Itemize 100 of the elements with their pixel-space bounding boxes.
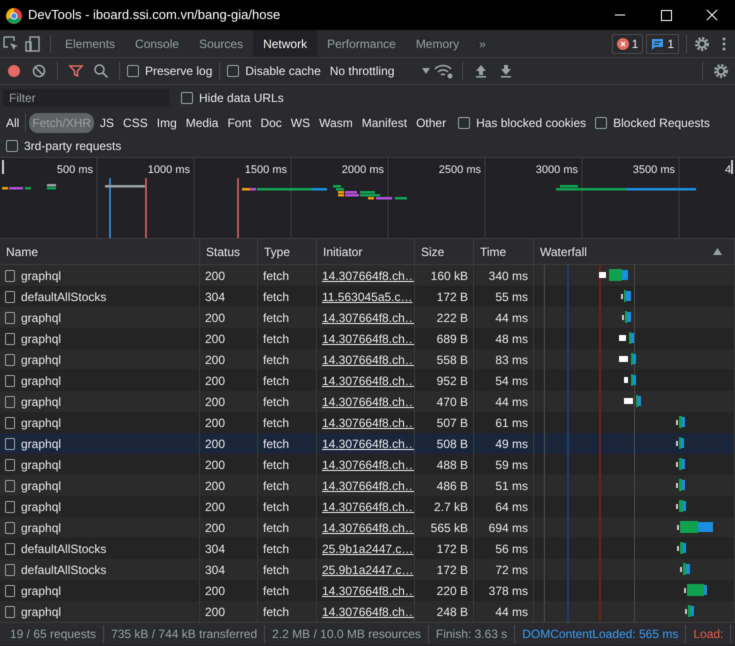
device-toolbar-icon[interactable]: [24, 34, 42, 52]
initiator-link[interactable]: 14.307664f8.ch…: [322, 476, 414, 494]
request-row[interactable]: graphql 200 fetch 14.307664f8.ch… 160 kB 340 ms: [0, 265, 735, 286]
request-name: defaultAllStocks: [21, 288, 106, 306]
initiator-link[interactable]: 14.307664f8.ch…: [322, 372, 414, 390]
type-filter-button[interactable]: Manifest: [358, 113, 410, 133]
initiator-link[interactable]: 14.307664f8.ch…: [322, 602, 414, 620]
request-row[interactable]: graphql 200 fetch 14.307664f8.ch… 507 B 61 ms: [0, 412, 735, 433]
initiator-link[interactable]: 14.307664f8.ch…: [322, 308, 414, 326]
checkbox[interactable]: [227, 65, 240, 77]
panel-tab[interactable]: Console: [125, 30, 190, 57]
panel-tab[interactable]: Memory: [406, 30, 470, 57]
panel-tab[interactable]: Performance: [317, 30, 406, 57]
disable-cache-label[interactable]: Disable cache: [245, 62, 321, 80]
request-time: 56 ms: [495, 540, 528, 558]
column-header[interactable]: Waterfall: [540, 242, 713, 260]
checkbox[interactable]: [127, 65, 139, 77]
panel-tab[interactable]: Sources: [189, 30, 254, 57]
request-time: 72 ms: [495, 562, 528, 578]
initiator-link[interactable]: 14.307664f8.ch…: [322, 498, 414, 516]
initiator-link[interactable]: 14.307664f8.ch…: [322, 392, 414, 410]
request-row[interactable]: graphql 200 fetch 14.307664f8.ch… 470 B 44 ms: [0, 391, 735, 412]
request-row[interactable]: graphql 200 fetch 14.307664f8.ch… 689 B 48 ms: [0, 328, 735, 349]
third-party-requests-label[interactable]: 3rd-party requests: [24, 137, 122, 155]
settings-icon[interactable]: [712, 62, 730, 80]
panel-tab[interactable]: Elements: [55, 30, 126, 57]
column-header[interactable]: Time: [480, 242, 527, 260]
request-row[interactable]: graphql 200 fetch 14.307664f8.ch… 558 B 83 ms: [0, 349, 735, 370]
request-size: 470 B: [436, 394, 468, 410]
settings-icon[interactable]: [693, 34, 711, 52]
search-icon[interactable]: [93, 63, 109, 79]
wifi-settings-icon[interactable]: [434, 63, 454, 79]
column-header[interactable]: Size: [421, 242, 467, 260]
request-row[interactable]: graphql 200 fetch 14.307664f8.ch… 486 B 51 ms: [0, 475, 735, 496]
status-code: 200: [205, 456, 226, 474]
initiator-link[interactable]: 25.9b1a2447.c…: [322, 540, 414, 558]
panel-tab[interactable]: Network: [253, 30, 318, 57]
type-filter-button[interactable]: Font: [224, 113, 254, 133]
initiator-link[interactable]: 14.307664f8.ch…: [322, 330, 414, 348]
initiator-link[interactable]: 25.9b1a2447.c…: [322, 560, 414, 578]
checkbox[interactable]: [181, 92, 193, 104]
column-header[interactable]: Status: [206, 242, 251, 260]
request-row[interactable]: graphql 200 fetch 14.307664f8.ch… 488 B 59 ms: [0, 454, 735, 475]
request-type: fetch: [263, 310, 290, 326]
type-filter-button[interactable]: Other: [413, 113, 450, 133]
request-row[interactable]: defaultAllStocks 304 fetch 25.9b1a2447.c… 172 B 56 ms: [0, 538, 735, 559]
error-count-button[interactable]: 1: [612, 34, 644, 54]
waterfall-bar-drawing: [618, 331, 637, 345]
initiator-link[interactable]: 14.307664f8.ch…: [322, 518, 414, 536]
type-filter-button[interactable]: Wasm: [316, 113, 356, 133]
request-row[interactable]: graphql 200 fetch 14.307664f8.ch… 220 B 378 ms: [0, 580, 735, 601]
record-icon[interactable]: [6, 63, 22, 79]
hide-data-urls-label[interactable]: Hide data URLs: [199, 89, 284, 107]
type-filter-button[interactable]: JS: [97, 113, 118, 133]
type-filter-button[interactable]: Doc: [257, 113, 285, 133]
type-filter-button[interactable]: CSS: [120, 113, 151, 133]
filter-icon[interactable]: [68, 63, 84, 79]
clear-icon[interactable]: [31, 63, 47, 79]
type-filter-button[interactable]: All: [3, 113, 22, 133]
request-type: fetch: [263, 540, 290, 558]
more-tabs-button[interactable]: »: [469, 30, 496, 57]
request-size: 507 B: [436, 414, 468, 432]
column-header[interactable]: Type: [264, 242, 310, 260]
initiator-link[interactable]: 14.307664f8.ch…: [322, 434, 414, 452]
type-filter-button[interactable]: Img: [154, 113, 180, 133]
filter-field[interactable]: Filter: [3, 89, 169, 107]
initiator-link[interactable]: 14.307664f8.ch…: [322, 456, 414, 474]
initiator-link[interactable]: 14.307664f8.ch…: [322, 266, 414, 284]
request-row[interactable]: graphql 200 fetch 14.307664f8.ch… 565 kB 694 ms: [0, 517, 735, 538]
request-row[interactable]: defaultAllStocks 304 fetch 25.9b1a2447.c… 172 B 72 ms: [0, 559, 735, 580]
type-filter-button[interactable]: Media: [182, 113, 222, 133]
checkbox[interactable]: [595, 117, 608, 129]
message-count-button[interactable]: 1: [646, 34, 679, 54]
request-type: fetch: [263, 562, 290, 578]
request-row[interactable]: defaultAllStocks 304 fetch 11.563045a5.c… 172 B 55 ms: [0, 286, 735, 307]
checkbox[interactable]: [458, 117, 470, 129]
request-name: graphql: [21, 478, 62, 494]
request-row[interactable]: graphql 200 fetch 14.307664f8.ch… 508 B 49 ms: [0, 433, 735, 454]
initiator-link[interactable]: 14.307664f8.ch…: [322, 350, 414, 368]
inspect-icon[interactable]: [2, 34, 20, 52]
waterfall-bar-drawing: [675, 478, 688, 492]
throttling-dropdown[interactable]: No throttling: [330, 62, 430, 80]
initiator-link[interactable]: 14.307664f8.ch…: [322, 582, 414, 600]
checkbox-label[interactable]: Has blocked cookies: [476, 114, 586, 132]
preserve-log-label[interactable]: Preserve log: [145, 62, 212, 80]
initiator-link[interactable]: 14.307664f8.ch…: [322, 414, 414, 432]
checkbox[interactable]: [6, 140, 18, 152]
document-icon: [5, 290, 15, 302]
request-row[interactable]: graphql 200 fetch 14.307664f8.ch… 2.7 kB 64 ms: [0, 496, 735, 517]
request-row[interactable]: graphql 200 fetch 14.307664f8.ch… 222 B 44 ms: [0, 307, 735, 328]
request-row[interactable]: graphql 200 fetch 14.307664f8.ch… 248 B 44 ms: [0, 601, 735, 622]
request-type: fetch: [263, 352, 290, 368]
request-time: 378 ms: [488, 582, 528, 600]
request-name: graphql: [21, 498, 62, 516]
checkbox-label[interactable]: Blocked Requests: [613, 114, 710, 132]
type-filter-button[interactable]: WS: [288, 113, 314, 133]
column-header[interactable]: Initiator: [323, 242, 408, 260]
column-header[interactable]: Name: [6, 242, 193, 260]
request-row[interactable]: graphql 200 fetch 14.307664f8.ch… 952 B 54 ms: [0, 370, 735, 391]
initiator-link[interactable]: 11.563045a5.c…: [322, 288, 413, 306]
